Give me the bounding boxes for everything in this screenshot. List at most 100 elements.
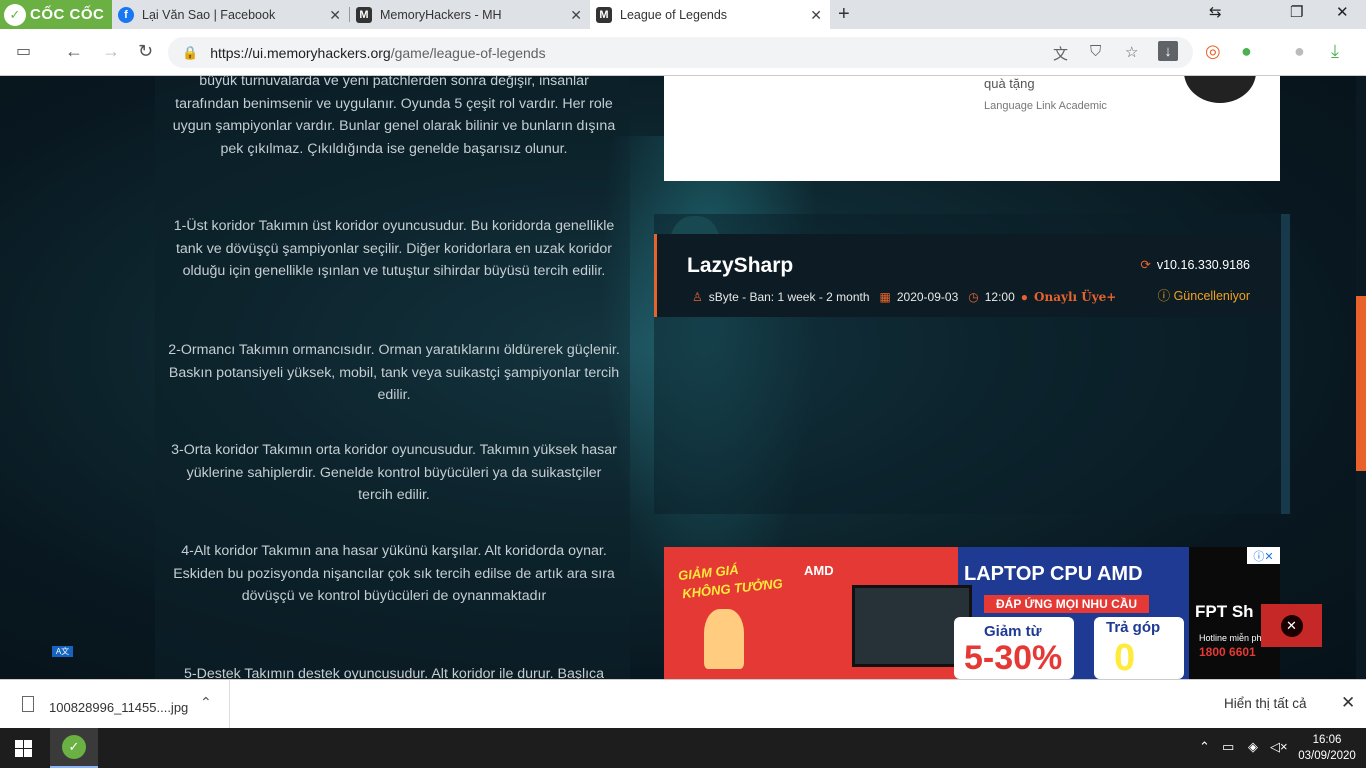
cheat-title[interactable]: LazySharp	[687, 254, 793, 278]
ad-installment-box: Trả góp 0	[1094, 617, 1184, 679]
status-text: Güncelleniyor	[1173, 289, 1250, 303]
close-tab-icon[interactable]: ✕	[570, 7, 582, 24]
cheat-date: 2020-09-03	[896, 290, 959, 304]
restore-window-icon[interactable]: ❐	[1290, 3, 1303, 21]
tab-league-of-legends[interactable]: M League of Legends ✕	[590, 0, 830, 29]
reload-icon[interactable]: ↻	[138, 41, 153, 62]
ad-discount-value: 5-30%	[964, 639, 1063, 677]
extension-globe-icon[interactable]: ●	[1241, 41, 1252, 62]
ad-installment-label: Trả góp	[1106, 619, 1161, 636]
facebook-icon: f	[118, 6, 134, 23]
ad-mascot-image	[704, 609, 744, 669]
ad-main-panel: AMD LAPTOP CPU AMD ĐÁP ỨNG MỌI NHU CẦU G…	[804, 547, 1189, 679]
address-bar[interactable]: 🔒 https://ui.memoryhackers.org/game/leag…	[168, 37, 1193, 68]
network-icon[interactable]: ◈	[1248, 739, 1258, 755]
close-window-icon[interactable]: ✕	[1336, 3, 1349, 21]
extension-icon[interactable]: ◎	[1205, 41, 1221, 62]
windows-taskbar: ✓ ⌃ ▭ ◈ ◁× 16:06 03/09/2020	[0, 728, 1366, 768]
taskbar-coccoc-app[interactable]: ✓	[50, 728, 98, 768]
show-all-downloads-button[interactable]: Hiển thị tất cả	[1224, 696, 1307, 711]
ad-amd-logo: AMD	[804, 563, 834, 578]
chevron-up-icon[interactable]: ⌃	[200, 694, 212, 711]
ad-headline: LAPTOP CPU AMD	[964, 563, 1143, 585]
sidebar-icon[interactable]: ▭	[16, 41, 31, 61]
clock-date: 03/09/2020	[1298, 750, 1356, 762]
coccoc-logo-icon: ✓	[4, 3, 26, 26]
article-paragraph: 1-Üst koridor Takımın üst koridor oyuncu…	[173, 218, 615, 279]
system-clock[interactable]: 16:06 03/09/2020	[1296, 732, 1358, 764]
windows-start-icon[interactable]	[15, 740, 32, 757]
ad-sponsor: Language Link Academic	[984, 100, 1107, 112]
forward-icon[interactable]: →	[102, 41, 120, 62]
page-content: büyük turnuvalarda ve yeni patchlerden s…	[0, 76, 1366, 679]
coccoc-logo-icon: ✓	[62, 735, 86, 759]
download-filename: 100828996_11455....jpg	[49, 700, 189, 715]
download-video-icon[interactable]: ↓	[1158, 41, 1178, 61]
url-host: https://ui.memoryhackers.org	[210, 44, 391, 61]
close-tab-icon[interactable]: ✕	[329, 7, 341, 24]
verified-badge-icon: ●	[1020, 290, 1029, 304]
close-icon: ✕	[1280, 614, 1303, 637]
cheat-status: ⓘ Güncelleniyor	[1158, 285, 1250, 304]
brand-name: CỐC CỐC	[30, 6, 105, 23]
battery-icon[interactable]: ▭	[1222, 739, 1234, 755]
cheat-card[interactable]: LazySharp ♙ sByte - Ban: 1 week - 2 mont…	[654, 234, 1280, 317]
close-tab-icon[interactable]: ✕	[810, 7, 822, 24]
downloads-icon[interactable]: ⤓	[1331, 41, 1339, 62]
verified-label: Onaylı Üye+	[1034, 290, 1117, 304]
ad-fpt-logo: FPT Sh	[1195, 602, 1254, 621]
ad-hotline-number: 1800 6601	[1199, 645, 1256, 659]
ad-promo-panel: GIẢM GIÁ KHÔNG TƯỞNG	[664, 547, 804, 679]
tab-memoryhackers[interactable]: M MemoryHackers - MH ✕	[350, 0, 590, 29]
translate-badge-icon[interactable]: A文	[52, 646, 73, 657]
star-icon[interactable]: ☆	[1125, 43, 1138, 61]
top-advertisement[interactable]: quà tặng Language Link Academic	[664, 76, 1280, 181]
cheat-author-ban: sByte - Ban: 1 week - 2 month	[708, 290, 870, 304]
volume-muted-icon[interactable]: ◁×	[1270, 739, 1288, 755]
ad-promo-text: GIẢM GIÁ	[677, 561, 740, 584]
clock-icon: ◷	[968, 290, 979, 304]
download-bar: 100828996_11455....jpg ⌃ Hiển thị tất cả…	[0, 679, 1366, 728]
tab-search-icon[interactable]: ⇆	[1209, 3, 1222, 21]
version-text: v10.16.330.9186	[1156, 258, 1250, 272]
cheat-time: 12:00	[984, 290, 1015, 304]
show-hidden-icons-icon[interactable]: ⌃	[1199, 739, 1210, 755]
panel-scroll-track	[1281, 214, 1290, 514]
ad-close-button[interactable]: ✕	[1261, 604, 1322, 647]
cheat-meta: ♙ sByte - Ban: 1 week - 2 month ▦ 2020-0…	[692, 290, 1116, 304]
ad-button[interactable]	[1184, 76, 1256, 103]
new-tab-button[interactable]: +	[838, 3, 850, 26]
browser-toolbar: ▭ ← → ↻ 🔒 https://ui.memoryhackers.org/g…	[0, 29, 1366, 76]
download-item[interactable]: 100828996_11455....jpg ⌃	[0, 680, 230, 728]
user-icon: ♙	[692, 290, 703, 304]
article-paragraph: 4-Alt koridor Takımın ana hasar yükünü k…	[173, 543, 615, 604]
article-paragraph: 5-Destek Takımın destek oyuncusudur. Alt…	[183, 666, 605, 679]
ad-discount-label: Giảm từ	[984, 623, 1042, 640]
profile-avatar[interactable]: ●	[1294, 41, 1305, 62]
shield-icon[interactable]: ⛉	[1090, 43, 1101, 60]
lock-icon[interactable]: 🔒	[182, 45, 198, 61]
tab-title: Lại Văn Sao | Facebook	[142, 7, 276, 22]
page-scrollbar-thumb[interactable]	[1356, 296, 1366, 471]
tab-title: League of Legends	[620, 7, 728, 22]
tab-facebook[interactable]: f Lại Văn Sao | Facebook ✕	[112, 0, 349, 29]
tab-title: MemoryHackers - MH	[380, 7, 502, 22]
cheat-version: ⟳ v10.16.330.9186	[1140, 257, 1250, 272]
ad-installment-value: 0	[1114, 637, 1136, 679]
translate-icon[interactable]: 文	[1053, 43, 1068, 64]
clock-time: 16:06	[1312, 734, 1342, 746]
ad-hotline-label: Hotline miễn ph	[1199, 633, 1262, 643]
tab-strip: ✓ CỐC CỐC f Lại Văn Sao | Facebook ✕ M M…	[0, 0, 1366, 29]
ad-subline: ĐÁP ỨNG MỌI NHU CẦU	[984, 595, 1150, 613]
calendar-icon: ▦	[879, 290, 891, 304]
article-paragraph: 2-Ormancı Takımın ormancısıdır. Orman ya…	[168, 342, 620, 403]
coccoc-brand[interactable]: ✓ CỐC CỐC	[0, 0, 112, 29]
memoryhackers-icon: M	[356, 6, 372, 23]
back-icon[interactable]: ←	[65, 41, 83, 62]
info-icon: ⓘ	[1157, 289, 1174, 303]
memoryhackers-icon: M	[596, 6, 612, 23]
refresh-icon: ⟳	[1140, 258, 1151, 272]
close-download-bar-icon[interactable]: ✕	[1341, 693, 1355, 713]
bottom-advertisement[interactable]: GIẢM GIÁ KHÔNG TƯỞNG AMD LAPTOP CPU AMD …	[664, 547, 1280, 679]
adchoices-icon[interactable]: ⓘ✕	[1247, 547, 1280, 564]
